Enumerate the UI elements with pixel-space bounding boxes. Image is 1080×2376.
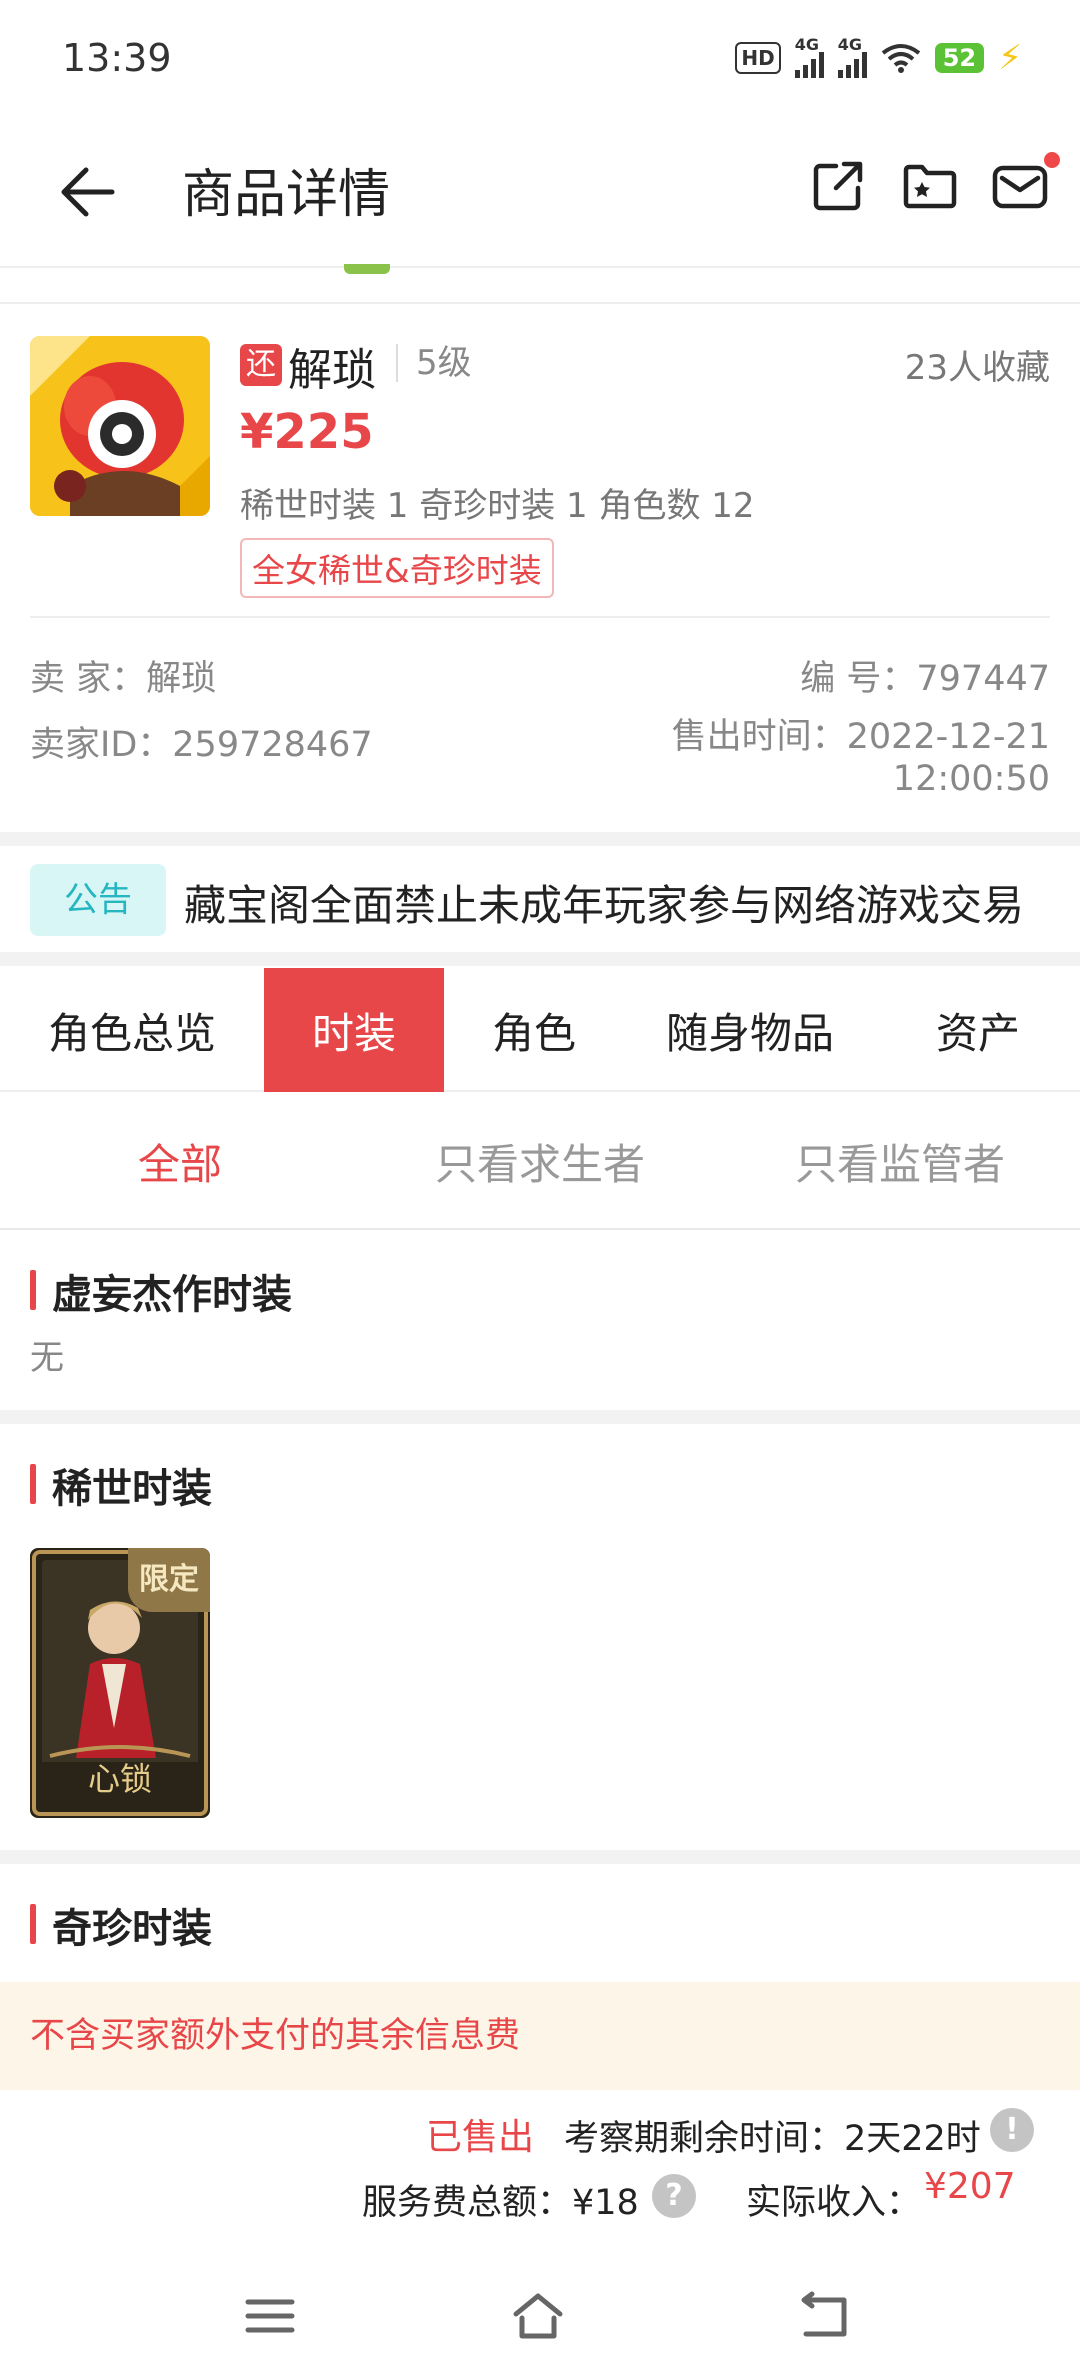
seller-id-value: 259728467 [172, 725, 373, 765]
inspection-remaining: 考察期剩余时间：2天22时 [564, 2119, 981, 2159]
menu-icon[interactable] [242, 2290, 298, 2342]
section-title-masterpiece: 虚妄杰作时装 [30, 1262, 292, 1320]
number-value: 797447 [916, 659, 1050, 699]
filter-all[interactable]: 全部 [0, 1094, 360, 1228]
section-gap [0, 832, 1080, 846]
return-tag: 还 [240, 344, 282, 386]
favorite-count: 23人收藏 [904, 348, 1050, 388]
sold-time-clock: 12:00:50 [892, 759, 1050, 799]
section-gap [0, 1410, 1080, 1424]
wifi-icon [881, 44, 920, 73]
battery-icon: 52 [934, 43, 985, 73]
scrolled-badge-edge [344, 264, 390, 274]
filter-hunters[interactable]: 只看监管者 [720, 1094, 1080, 1228]
service-fee: 服务费总额：¥18 [362, 2183, 639, 2223]
detail-tabs: 角色总览 时装 角色 随身物品 资产 [0, 968, 1080, 1092]
tab-items[interactable]: 随身物品 [624, 968, 876, 1092]
charging-bolt-icon: ⚡ [998, 38, 1022, 78]
limited-badge: 限定 [128, 1548, 210, 1612]
status-bar: 13:39 HD 4G 4G 52 ⚡ [0, 0, 1080, 118]
share-icon[interactable] [808, 156, 868, 216]
signal-bars-icon [794, 52, 824, 78]
seller-row: 卖 家：解琐 [30, 650, 216, 701]
section-gap [0, 1850, 1080, 1864]
remaining-info-icon[interactable]: ! [990, 2108, 1034, 2152]
tab-assets[interactable]: 资产 [876, 968, 1080, 1092]
sold-time-date: 2022-12-21 [846, 717, 1050, 757]
tab-overview[interactable]: 角色总览 [0, 968, 264, 1092]
home-icon[interactable] [510, 2290, 566, 2342]
info-divider [30, 616, 1050, 618]
number-row: 编 号：797447 [800, 650, 1050, 701]
sold-status: 已售出 [426, 2117, 535, 2158]
seller-label: 卖 家： [30, 659, 147, 699]
notice-text[interactable]: 藏宝阁全面禁止未成年玩家参与网络游戏交易 [184, 872, 1024, 933]
number-label: 编 号： [800, 659, 917, 699]
back-nav-icon[interactable] [796, 2290, 852, 2342]
back-icon[interactable] [50, 156, 122, 228]
section-title-rare: 稀世时装 [30, 1456, 212, 1514]
filter-survivors[interactable]: 只看求生者 [360, 1094, 720, 1228]
hd-icon: HD [735, 42, 781, 74]
favorite-folder-icon[interactable] [900, 156, 960, 216]
role-avatar-art [30, 336, 210, 516]
message-button[interactable] [990, 152, 1060, 216]
role-avatar-image[interactable] [30, 336, 210, 516]
income-value: ¥207 [924, 2166, 1016, 2207]
app-header: 商品详情 [0, 118, 1080, 266]
highlight-tag: 全女稀世&奇珍时装 [240, 538, 554, 598]
message-icon [992, 165, 1048, 209]
role-name: 解琐 [288, 345, 376, 396]
cellular-4g-icon: 4G [837, 35, 867, 78]
income-label: 实际收入： [746, 2183, 922, 2223]
role-level: 5级 [396, 344, 472, 382]
section-gap [0, 952, 1080, 966]
sold-time-row: 售出时间：2022-12-21 12:00:50 [672, 716, 1050, 800]
price: ¥225 [240, 404, 374, 460]
cellular-4g-icon: 4G [794, 35, 824, 78]
seller-id-label: 卖家ID： [30, 725, 173, 765]
fee-warning: 不含买家额外支付的其余信息费 [0, 1982, 1080, 2090]
network-label: 4G [794, 35, 819, 54]
card-divider [0, 302, 1080, 304]
filter-tabs: 全部 只看求生者 只看监管者 [0, 1094, 1080, 1230]
tab-characters[interactable]: 角色 [444, 968, 624, 1092]
skin-card[interactable]: 心锁 限定 [30, 1548, 210, 1818]
seller-value: 解琐 [146, 659, 217, 699]
network-label: 4G [837, 35, 862, 54]
section-title-treasure: 奇珍时装 [30, 1896, 212, 1954]
unread-dot [1044, 152, 1060, 168]
section-empty-text: 无 [30, 1338, 64, 1378]
service-fee-help-icon[interactable]: ? [652, 2174, 696, 2218]
seller-id-row: 卖家ID：259728467 [30, 716, 373, 767]
page-title: 商品详情 [182, 165, 391, 225]
signal-bars-icon [837, 52, 867, 78]
tab-fashion[interactable]: 时装 [264, 968, 444, 1092]
system-nav-bar [0, 2250, 1080, 2376]
sold-time-label: 售出时间： [671, 717, 847, 757]
item-counts: 稀世时装 1 奇珍时装 1 角色数 12 [240, 486, 755, 526]
header-divider [0, 266, 1080, 268]
status-icons: HD 4G 4G 52 ⚡ [735, 35, 1022, 78]
notice-badge: 公告 [30, 864, 166, 936]
status-time: 13:39 [62, 36, 172, 80]
skin-name: 心锁 [87, 1760, 152, 1798]
